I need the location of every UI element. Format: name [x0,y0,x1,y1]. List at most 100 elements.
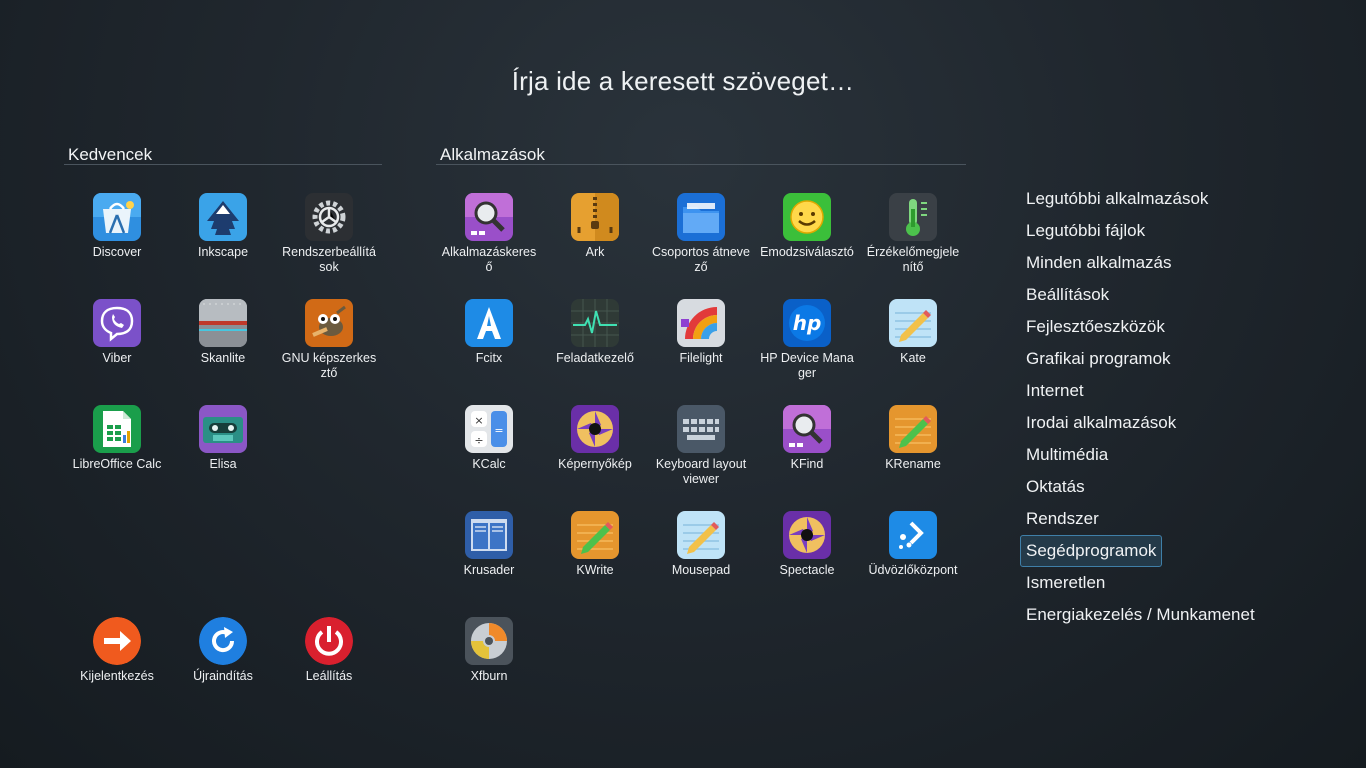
app-label: Kate [900,351,926,365]
xfburn-icon [465,617,513,665]
favorites-divider [64,164,382,165]
app-finder-icon [465,193,513,241]
kcalc-icon: × ÷ = [465,405,513,453]
libreoffice-calc-icon [93,405,141,453]
app-ark[interactable]: Ark [542,193,648,260]
screenshot-icon [571,405,619,453]
app-label: Feladatkezelő [556,351,634,365]
app-label: Viber [102,351,132,365]
system-settings-icon [305,193,353,241]
shutdown-icon [305,617,353,665]
app-viber[interactable]: Viber [64,299,170,366]
app-welcome-center[interactable]: Üdvözlőközpont [860,511,966,578]
category-internet[interactable]: Internet [1020,375,1090,407]
shutdown-button[interactable]: Leállítás [276,617,382,684]
app-label: Rendszerbeállítások [282,245,376,274]
app-fcitx[interactable]: Fcitx [436,299,542,366]
category-development[interactable]: Fejlesztőeszközök [1020,311,1171,343]
category-utilities[interactable]: Segédprogramok [1020,535,1163,567]
app-label: Inkscape [197,245,249,259]
app-label: KCalc [472,457,506,471]
filelight-icon [677,299,725,347]
svg-text:÷: ÷ [474,434,483,447]
sensor-viewer-icon [889,193,937,241]
app-elisa[interactable]: Elisa [170,405,276,472]
app-label: Filelight [679,351,723,365]
app-bulk-rename[interactable]: Csoportos átnevező [648,193,754,275]
category-recent-files[interactable]: Legutóbbi fájlok [1020,215,1151,247]
welcome-center-icon [889,511,937,559]
category-power-session[interactable]: Energiakezelés / Munkamenet [1020,599,1261,631]
app-label: KWrite [576,563,614,577]
category-all-apps[interactable]: Minden alkalmazás [1020,247,1178,279]
app-krename[interactable]: KRename [860,405,966,472]
krename-icon [889,405,937,453]
kate-icon [889,299,937,347]
app-kwrite[interactable]: KWrite [542,511,648,578]
gimp-icon [305,299,353,347]
app-xfburn[interactable]: Xfburn [436,617,542,684]
search-field[interactable]: Írja ide a keresett szöveget… [0,66,1366,97]
app-label: HP Device Manager [760,351,854,380]
category-settings[interactable]: Beállítások [1020,279,1115,311]
app-sensor-viewer[interactable]: Érzékelőmegjelenítő [860,193,966,275]
app-filelight[interactable]: Filelight [648,299,754,366]
fcitx-icon [465,299,513,347]
elisa-icon [199,405,247,453]
category-multimedia[interactable]: Multimédia [1020,439,1114,471]
app-label: Alkalmazáskereső [441,245,537,274]
app-label: KFind [790,457,824,471]
skanlite-icon [199,299,247,347]
category-graphics[interactable]: Grafikai programok [1020,343,1177,375]
kwrite-icon [571,511,619,559]
category-unknown[interactable]: Ismeretlen [1020,567,1111,599]
logout-label: Kijelentkezés [80,669,154,683]
app-screenshot[interactable]: Képernyőkép [542,405,648,472]
app-label: GNU képszerkesztő [281,351,377,380]
app-label: Xfburn [470,669,508,683]
restart-label: Újraindítás [193,669,253,683]
category-system[interactable]: Rendszer [1020,503,1105,535]
category-education[interactable]: Oktatás [1020,471,1091,503]
krusader-icon [465,511,513,559]
app-label: Spectacle [779,563,835,577]
app-label: Érzékelőmegjelenítő [866,245,960,274]
app-mousepad[interactable]: Mousepad [648,511,754,578]
category-office[interactable]: Irodai alkalmazások [1020,407,1182,439]
app-kfind[interactable]: KFind [754,405,860,472]
keyboard-icon [677,405,725,453]
restart-icon [199,617,247,665]
app-label: Keyboard layout viewer [655,457,747,486]
app-app-finder[interactable]: Alkalmazáskereső [436,193,542,275]
app-krusader[interactable]: Krusader [436,511,542,578]
category-recent-apps[interactable]: Legutóbbi alkalmazások [1020,183,1214,215]
bulk-rename-icon [677,193,725,241]
applications-title: Alkalmazások [440,145,545,164]
task-manager-icon [571,299,619,347]
app-system-settings[interactable]: Rendszerbeállítások [276,193,382,275]
app-label: Skanlite [200,351,246,365]
app-kate[interactable]: Kate [860,299,966,366]
app-gimp[interactable]: GNU képszerkesztő [276,299,382,381]
app-discover[interactable]: Discover [64,193,170,260]
shutdown-label: Leállítás [305,669,353,683]
app-label: Mousepad [671,563,731,577]
app-label: Krusader [463,563,515,577]
inkscape-icon [199,193,247,241]
logout-button[interactable]: Kijelentkezés [64,617,170,684]
app-spectacle[interactable]: Spectacle [754,511,860,578]
app-skanlite[interactable]: Skanlite [170,299,276,366]
app-inkscape[interactable]: Inkscape [170,193,276,260]
kfind-icon [783,405,831,453]
app-task-manager[interactable]: Feladatkezelő [542,299,648,366]
app-kcalc[interactable]: × ÷ = KCalc [436,405,542,472]
mousepad-icon [677,511,725,559]
app-label: Elisa [209,457,237,471]
app-label: Képernyőkép [558,457,632,471]
restart-button[interactable]: Újraindítás [170,617,276,684]
app-libreoffice-calc[interactable]: LibreOffice Calc [64,405,170,472]
app-emoji-picker[interactable]: Emodzsiválasztó [754,193,860,260]
app-label: Discover [92,245,142,259]
app-hp-device-manager[interactable]: hp HP Device Manager [754,299,860,381]
app-keyboard-layout-viewer[interactable]: Keyboard layout viewer [648,405,754,487]
